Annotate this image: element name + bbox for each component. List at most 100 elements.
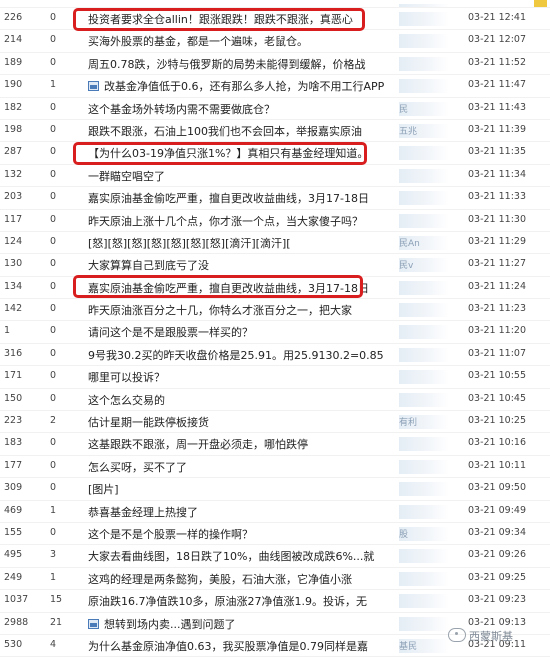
comment-count: 0: [50, 12, 57, 23]
author-name[interactable]: [399, 303, 449, 318]
post-title-link[interactable]: 估计星期一能跌停板接货: [88, 414, 388, 430]
post-row[interactable]: 198 0 跟跌不跟涨，石油上100我们也不会回本，举报嘉实原油 五兆 03-21 11…: [0, 120, 550, 143]
post-title-text: 跟跌不跟涨，石油上100我们也不会回本，举报嘉实原油: [88, 124, 362, 138]
post-title-link[interactable]: 想转到场内卖...遇到问题了: [88, 616, 388, 632]
post-row[interactable]: 183 0 这基跟跌不跟涨，周一开盘必须走，哪怕跌停 03-21 10:16: [0, 433, 550, 456]
post-title-link[interactable]: 嘉实原油基金偷吃严重，擅自更改收益曲线，3月17-18日: [88, 280, 388, 296]
post-title-link[interactable]: 这个基金场外转场内需不需要做底仓？: [88, 101, 388, 117]
post-row[interactable]: 150 0 这个怎么交易的 03-21 10:45: [0, 389, 550, 412]
view-count: 223: [4, 415, 23, 427]
author-name[interactable]: 民v: [399, 258, 449, 273]
post-title-link[interactable]: 怎么买呀，买不了了: [88, 459, 388, 475]
post-title-link[interactable]: 投资者要求全仓allin！跟涨跟跌！跟跌不跟涨，真恶心: [88, 11, 388, 27]
post-title-link[interactable]: 这个是不是个股票一样的操作啊？: [88, 526, 388, 542]
post-row[interactable]: 226 0 投资者要求全仓allin！跟涨跟跌！跟跌不跟涨，真恶心 03-21 12:…: [0, 8, 550, 31]
author-name[interactable]: [399, 280, 449, 295]
view-count: 134: [4, 280, 23, 292]
post-row[interactable]: 190 1 改基金净值低于0.6，还有那么多人抢，为啥不用工行APP 03-21 11…: [0, 75, 550, 98]
comment-count: 0: [50, 101, 57, 113]
post-row[interactable]: 130 0 大家算算自己到底亏了没 民v 03-21 11:27: [0, 254, 550, 277]
post-title-link[interactable]: 哪里可以投诉？: [88, 369, 388, 385]
author-name[interactable]: [399, 168, 449, 183]
author-name[interactable]: [399, 459, 449, 474]
post-title-link[interactable]: 周五0.78跌，沙特与俄罗斯的局势未能得到缓解，价格战: [88, 56, 388, 72]
post-title-link[interactable]: 9号我30.2买的昨天收盘价格是25.91。用25.9130.2=0.85: [88, 347, 388, 363]
author-name[interactable]: [399, 437, 449, 452]
comment-count: 4: [50, 638, 57, 650]
post-title-link[interactable]: 原油跌16.7净值跌10多，原油涨27净值涨1.9。投诉，无: [88, 593, 388, 609]
post-row[interactable]: 1037 15 原油跌16.7净值跌10多，原油涨27净值涨1.9。投诉，无 03-2…: [0, 590, 550, 613]
post-title-link[interactable]: 恭喜基金经理上热搜了: [88, 504, 388, 520]
post-row[interactable]: 132 0 一群瞄空唱空了 03-21 11:34: [0, 165, 550, 188]
view-count: 183: [4, 437, 23, 449]
post-time: 03-21 09:34: [468, 526, 527, 538]
post-title-link[interactable]: 这个怎么交易的: [88, 392, 388, 408]
post-row[interactable]: 182 0 这个基金场外转场内需不需要做底仓？ 民 03-21 11:43: [0, 98, 550, 120]
post-title-link[interactable]: 跟跌不跟涨，石油上100我们也不会回本，举报嘉实原油: [88, 123, 388, 139]
post-title-link[interactable]: 昨天原油涨百分之十几，你特么才涨百分之一，把大家: [88, 302, 388, 318]
author-name[interactable]: [399, 504, 449, 519]
post-title-link[interactable]: [怒][怒][怒][怒][怒][怒][怒][滴汗][滴汗][: [88, 235, 388, 251]
post-row[interactable]: 189 0 周五0.78跌，沙特与俄罗斯的局势未能得到缓解，价格战 03-21 11:…: [0, 53, 550, 76]
post-row[interactable]: 1 0 请问这个是不是跟股票一样买的？ 03-21 11:20: [0, 321, 550, 344]
author-name[interactable]: [399, 347, 449, 362]
author-name[interactable]: 股: [399, 526, 449, 541]
author-name[interactable]: [399, 34, 449, 49]
post-title-link[interactable]: 改基金净值低于0.6，还有那么多人抢，为啥不用工行APP: [88, 78, 388, 94]
post-row[interactable]: 469 1 恭喜基金经理上热搜了 03-21 09:49: [0, 501, 550, 523]
post-row[interactable]: 249 1 这鸡的经理是两条懿狗，美股，石油大涨，它净值小涨 03-21 09:25: [0, 568, 550, 591]
post-row[interactable]: 177 0 怎么买呀，买不了了 03-21 10:11: [0, 456, 550, 479]
author-name[interactable]: [399, 482, 449, 497]
post-title-link[interactable]: 请问这个是不是跟股票一样买的？: [88, 324, 388, 340]
author-name[interactable]: [399, 370, 449, 385]
author-name[interactable]: 五兆: [399, 123, 449, 138]
author-name[interactable]: [399, 191, 449, 206]
author-name[interactable]: 基民: [399, 638, 449, 653]
post-row[interactable]: 316 0 9号我30.2买的昨天收盘价格是25.91。用25.9130.2=0.8…: [0, 344, 550, 367]
post-row[interactable]: … … … … …: [0, 0, 550, 8]
post-title-link[interactable]: 嘉实原油基金偷吃严重，擅自更改收益曲线，3月17-18日: [88, 190, 388, 206]
post-row[interactable]: 134 0 嘉实原油基金偷吃严重，擅自更改收益曲线，3月17-18日 03-21 11…: [0, 277, 550, 300]
post-title-link[interactable]: 这基跟跌不跟涨，周一开盘必须走，哪怕跌停: [88, 436, 388, 452]
comment-count: 1: [50, 79, 57, 91]
author-name[interactable]: [399, 549, 449, 564]
post-title-link[interactable]: [图片]: [88, 481, 388, 497]
post-row[interactable]: 309 0 [图片] 03-21 09:50: [0, 478, 550, 501]
author-name[interactable]: 民: [399, 101, 449, 116]
post-row[interactable]: 124 0 [怒][怒][怒][怒][怒][怒][怒][滴汗][滴汗][民An 03-…: [0, 232, 550, 255]
post-row[interactable]: 495 3 大家去看曲线图，18日跌了10%，曲线图被改成跌6%...就 03-21 …: [0, 545, 550, 568]
post-title-link[interactable]: 昨天原油上涨十几个点，你才涨一个点，当大家傻子吗？: [88, 213, 388, 229]
post-time: 03-21 10:55: [468, 370, 527, 382]
author-name[interactable]: [399, 146, 449, 161]
post-title-link[interactable]: 【为什么03-19净值只涨1%？】真相只有基金经理知道。: [88, 145, 388, 161]
author-name[interactable]: [399, 12, 449, 26]
post-row[interactable]: 171 0 哪里可以投诉？ 03-21 10:55: [0, 366, 550, 389]
post-title-link[interactable]: 大家算算自己到底亏了没: [88, 257, 388, 273]
post-title-link[interactable]: 大家去看曲线图，18日跌了10%，曲线图被改成跌6%...就: [88, 548, 388, 564]
post-title-link[interactable]: 这鸡的经理是两条懿狗，美股，石油大涨，它净值小涨: [88, 571, 388, 587]
author-name[interactable]: 民An: [399, 235, 449, 250]
post-row[interactable]: 214 0 买海外股票的基金，都是一个遍味，老鼠仓。 03-21 12:07: [0, 30, 550, 53]
post-time: 03-21 11:30: [468, 213, 527, 225]
author-name[interactable]: [399, 79, 449, 94]
author-name[interactable]: [399, 392, 449, 407]
post-row[interactable]: 223 2 估计星期一能跌停板接货 有利 03-21 10:25: [0, 411, 550, 434]
author-name[interactable]: [399, 616, 449, 631]
view-count: 124: [4, 235, 23, 247]
post-row[interactable]: 155 0 这个是不是个股票一样的操作啊？ 股 03-21 09:34: [0, 523, 550, 546]
post-row[interactable]: 117 0 昨天原油上涨十几个点，你才涨一个点，当大家傻子吗？ 03-21 11:30: [0, 210, 550, 232]
author-name[interactable]: [399, 594, 449, 609]
author-name[interactable]: 有利: [399, 415, 449, 430]
post-title-link[interactable]: 为什么基金原油净值0.63，我买股票净值是0.79同样是嘉: [88, 638, 388, 654]
view-count: 1037: [4, 594, 29, 606]
author-name[interactable]: [399, 213, 449, 228]
author-name[interactable]: [399, 571, 449, 586]
post-row[interactable]: 203 0 嘉实原油基金偷吃严重，擅自更改收益曲线，3月17-18日 03-21 11…: [0, 187, 550, 210]
post-title-link[interactable]: 一群瞄空唱空了: [88, 168, 388, 184]
author-name[interactable]: [399, 56, 449, 71]
post-row[interactable]: 142 0 昨天原油涨百分之十几，你特么才涨百分之一，把大家 03-21 11:23: [0, 299, 550, 322]
post-row[interactable]: 287 0 【为什么03-19净值只涨1%？】真相只有基金经理知道。 03-21 11…: [0, 142, 550, 165]
author-name[interactable]: [399, 325, 449, 340]
view-count: 198: [4, 123, 23, 135]
post-title-link[interactable]: 买海外股票的基金，都是一个遍味，老鼠仓。: [88, 33, 388, 49]
